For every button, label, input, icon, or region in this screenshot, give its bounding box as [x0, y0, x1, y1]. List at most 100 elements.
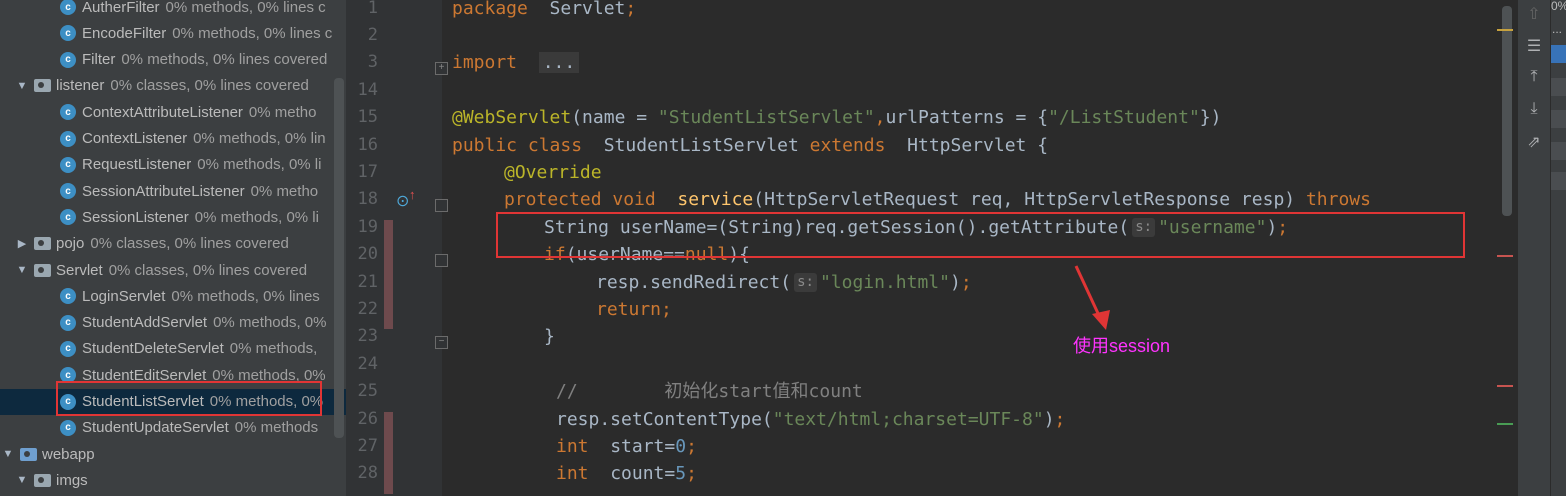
- export-up-icon[interactable]: ⤒: [1524, 68, 1544, 88]
- tree-folder-item[interactable]: ▼ webapp: [0, 441, 346, 467]
- code-line[interactable]: @WebServlet(name = "StudentListServlet",…: [452, 104, 1221, 131]
- code-token: service: [655, 189, 754, 211]
- editor-scrollbar-thumb[interactable]: [1502, 6, 1512, 216]
- fold-marker-icon[interactable]: −: [435, 336, 448, 350]
- project-tree: c AutherFilter 0% methods, 0% lines c c Enco…: [0, 0, 346, 496]
- code-token: import: [452, 52, 518, 74]
- class-icon: c: [60, 340, 76, 357]
- line-number: 15: [357, 107, 378, 128]
- line-number: 19: [357, 216, 378, 237]
- package-icon: [34, 79, 51, 93]
- code-token: @WebServlet: [452, 107, 572, 129]
- code-token: return: [596, 298, 662, 320]
- tree-folder-item[interactable]: ▼ listener 0% classes, 0% lines covered: [0, 73, 346, 99]
- tree-scrollbar[interactable]: [334, 78, 344, 438]
- tree-class-item[interactable]: c SessionListener 0% methods, 0% li: [0, 204, 346, 230]
- class-icon: c: [60, 104, 76, 121]
- fold-marker-icon[interactable]: [435, 199, 448, 213]
- side-button[interactable]: [1551, 45, 1566, 63]
- code-token: ;: [686, 463, 697, 485]
- code-line[interactable]: resp.setContentType("text/html;charset=U…: [556, 406, 1065, 433]
- tree-class-item[interactable]: c SessionAttributeListener 0% metho: [0, 178, 346, 204]
- tree-item-name: ContextAttributeListener: [82, 103, 243, 121]
- side-button[interactable]: [1551, 78, 1566, 96]
- code-token: ;: [686, 435, 697, 457]
- tree-class-item[interactable]: c StudentDeleteServlet 0% methods,: [0, 336, 346, 362]
- tree-class-item[interactable]: c ContextAttributeListener 0% metho: [0, 99, 346, 125]
- code-line[interactable]: public class StudentListServlet extends …: [452, 132, 1048, 159]
- tree-item-coverage: 0% methods, 0%: [213, 314, 327, 332]
- class-icon: c: [60, 419, 76, 436]
- code-line[interactable]: import ...: [452, 49, 580, 76]
- tree-class-item[interactable]: c EncodeFilter 0% methods, 0% lines c: [0, 20, 346, 46]
- code-token: start=: [588, 435, 676, 457]
- more-dots[interactable]: ...: [1552, 22, 1562, 36]
- tree-folder-item[interactable]: ▶ pojo 0% classes, 0% lines covered: [0, 231, 346, 257]
- tree-item-coverage: 0% methods, 0% li: [197, 156, 322, 174]
- error-stripe-ok[interactable]: [1497, 423, 1513, 425]
- code-line[interactable]: protected void service(HttpServletReques…: [504, 186, 1371, 213]
- side-button[interactable]: [1551, 172, 1566, 190]
- arrow-up-icon[interactable]: ⇧: [1524, 4, 1544, 24]
- line-number: 20: [357, 244, 378, 265]
- code-line[interactable]: return;: [596, 296, 672, 323]
- tree-class-item[interactable]: c RequestListener 0% methods, 0% li: [0, 152, 346, 178]
- tree-item-coverage: 0% methods, 0% lin: [193, 130, 326, 147]
- code-line[interactable]: @Override: [504, 159, 602, 186]
- error-stripe-change[interactable]: [1497, 255, 1513, 257]
- expand-arrow-icon[interactable]: ▼: [2, 448, 14, 460]
- code-token: extends: [809, 134, 886, 156]
- tree-class-item[interactable]: c StudentAddServlet 0% methods, 0%: [0, 310, 346, 336]
- side-button[interactable]: [1551, 142, 1566, 160]
- code-token: Servlet: [527, 0, 626, 19]
- error-stripe-warning[interactable]: [1497, 29, 1513, 31]
- change-marker[interactable]: [384, 219, 393, 330]
- tree-folder-item[interactable]: ▼ imgs: [0, 467, 346, 493]
- expand-arrow-icon[interactable]: ▼: [16, 80, 28, 92]
- side-button[interactable]: [1551, 110, 1566, 128]
- code-line[interactable]: // 初始化start值和count: [556, 378, 863, 405]
- code-line[interactable]: int count=5;: [556, 460, 697, 487]
- code-token: resp.setContentType(: [556, 408, 773, 430]
- code-token: ): [1043, 408, 1055, 430]
- tree-item-coverage: 0% methods,: [229, 340, 318, 358]
- expand-arrow-icon[interactable]: ▼: [16, 474, 28, 486]
- class-icon: c: [60, 209, 76, 226]
- line-number: 18: [357, 189, 378, 210]
- override-method-icon[interactable]: ⊙: [396, 191, 409, 211]
- code-line[interactable]: }: [544, 323, 555, 350]
- open-external-icon[interactable]: ⇗: [1524, 132, 1544, 152]
- annotation-label: 使用session: [1073, 336, 1171, 356]
- fold-marker-icon[interactable]: [435, 254, 448, 268]
- package-icon: [34, 263, 51, 277]
- fold-marker-icon[interactable]: +: [435, 62, 448, 76]
- expand-arrow-icon[interactable]: ▼: [16, 264, 28, 276]
- class-icon: c: [60, 183, 76, 200]
- structure-icon[interactable]: ☰: [1524, 36, 1544, 56]
- line-number: 16: [357, 134, 378, 155]
- package-icon: [34, 237, 51, 251]
- tree-class-item[interactable]: c Filter 0% methods, 0% lines covered: [0, 47, 346, 73]
- tree-class-item[interactable]: c ContextListener 0% methods, 0% lin: [0, 126, 346, 152]
- tree-class-item[interactable]: c StudentUpdateServlet 0% methods: [0, 415, 346, 441]
- tree-item-name: SessionAttributeListener: [82, 182, 245, 200]
- tree-class-item[interactable]: c LoginServlet 0% methods, 0% lines: [0, 283, 346, 309]
- code-token: int: [556, 463, 589, 485]
- export-down-icon[interactable]: ⤓: [1524, 100, 1544, 120]
- tree-item-coverage: 0% methods, 0% li: [194, 208, 319, 226]
- change-marker[interactable]: [384, 411, 393, 494]
- tree-item-coverage: 0% metho: [248, 103, 317, 121]
- code-line[interactable]: int start=0;: [556, 433, 697, 460]
- tree-item-coverage: 0% methods, 0% lines covered: [121, 51, 328, 69]
- tree-folder-item[interactable]: ▼ Servlet 0% classes, 0% lines covered: [0, 257, 346, 283]
- code-line[interactable]: resp.sendRedirect(s: "login.html");: [596, 269, 972, 296]
- error-stripe-change[interactable]: [1497, 385, 1513, 387]
- code-token: package: [452, 0, 528, 19]
- code-token: (name =: [571, 107, 658, 129]
- code-line[interactable]: package Servlet;: [452, 0, 636, 22]
- line-number: 14: [357, 79, 378, 100]
- tree-class-item[interactable]: c AutherFilter 0% methods, 0% lines c: [0, 0, 346, 20]
- code-token: ...: [538, 52, 580, 74]
- code-token: StudentListServlet: [582, 134, 810, 156]
- collapse-arrow-icon[interactable]: ▶: [16, 237, 28, 250]
